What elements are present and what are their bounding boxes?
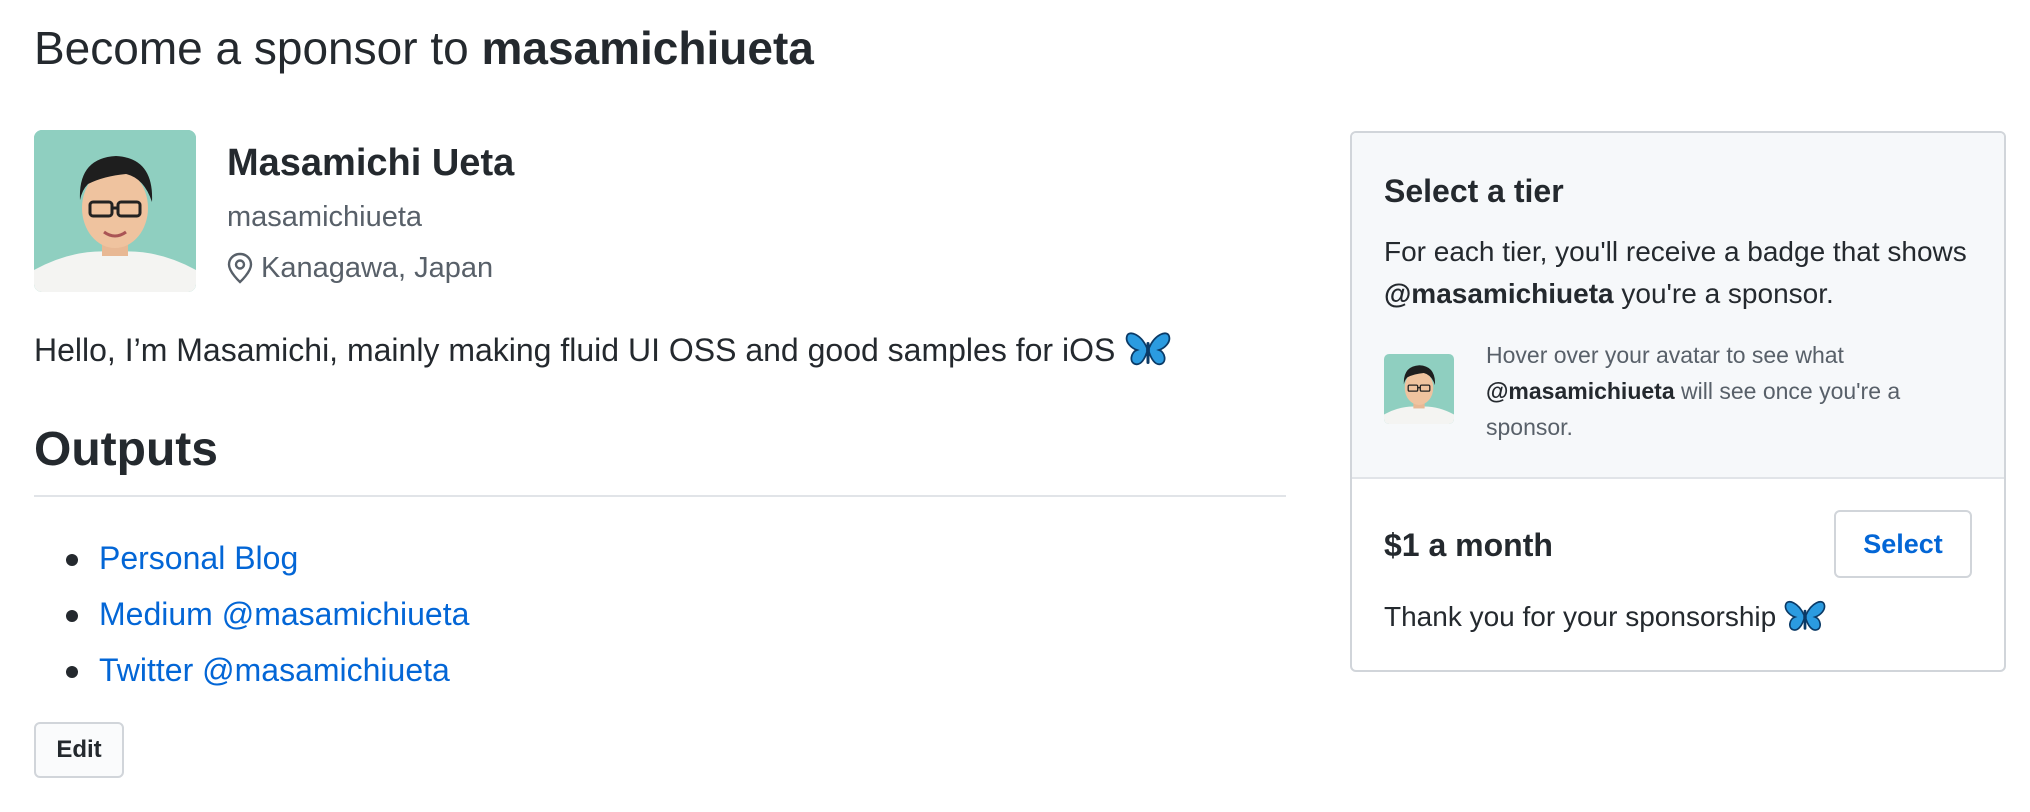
tier-panel-description: For each tier, you'll receive a badge th… — [1384, 231, 1974, 315]
hint-user: @masamichiueta — [1486, 378, 1675, 404]
avatar[interactable] — [34, 130, 196, 292]
tier-panel: Select a tier For each tier, you'll rece… — [1350, 131, 2006, 672]
tier-description-text: Thank you for your sponsorship — [1384, 601, 1777, 632]
tier-panel-title: Select a tier — [1384, 173, 1564, 209]
butterfly-emoji-icon — [1784, 600, 1826, 631]
list-item: Personal Blog — [34, 530, 469, 586]
profile-login: masamichiueta — [227, 201, 423, 233]
avatar-photo-icon — [34, 130, 196, 292]
page-title: Become a sponsor to masamichiueta — [34, 18, 814, 78]
outputs-heading: Outputs — [34, 423, 218, 476]
location-text: Kanagawa, Japan — [261, 252, 494, 284]
hint-text: Hover over your avatar to see what — [1486, 342, 1844, 368]
butterfly-emoji-icon — [1125, 330, 1171, 370]
personal-blog-link[interactable]: Personal Blog — [99, 540, 298, 576]
select-tier-button[interactable]: Select — [1834, 510, 1972, 578]
profile-name: Masamichi Ueta — [227, 142, 515, 184]
page-title-prefix: Become a sponsor to — [34, 22, 469, 74]
edit-button[interactable]: Edit — [34, 722, 124, 778]
outputs-divider — [34, 495, 1286, 497]
twitter-link[interactable]: Twitter @masamichiueta — [99, 652, 450, 688]
profile-bio: Hello, I’m Masamichi, mainly making flui… — [34, 328, 1171, 372]
list-item: Medium @masamichiueta — [34, 586, 469, 642]
avatar-photo-icon — [1384, 354, 1454, 424]
tier-price: $1 a month — [1384, 527, 1553, 563]
tier-desc-text-end: you're a sponsor. — [1621, 278, 1834, 309]
profile-location: Kanagawa, Japan — [227, 248, 493, 288]
bio-text: Hello, I’m Masamichi, mainly making flui… — [34, 332, 1116, 368]
outputs-link-list: Personal Blog Medium @masamichiueta Twit… — [34, 530, 469, 698]
tier-description: Thank you for your sponsorship — [1384, 595, 1826, 639]
list-item: Twitter @masamichiueta — [34, 642, 469, 698]
avatar-hover-hint: Hover over your avatar to see what @masa… — [1486, 337, 1966, 445]
medium-link[interactable]: Medium @masamichiueta — [99, 596, 469, 632]
location-pin-icon — [227, 252, 253, 284]
tier-desc-text: For each tier, you'll receive a badge th… — [1384, 236, 1967, 267]
sponsor-avatar-preview[interactable] — [1384, 354, 1454, 424]
page-title-user: masamichiueta — [481, 22, 814, 74]
tier-panel-header: Select a tier For each tier, you'll rece… — [1352, 133, 2004, 479]
tier-desc-user: @masamichiueta — [1384, 278, 1614, 309]
